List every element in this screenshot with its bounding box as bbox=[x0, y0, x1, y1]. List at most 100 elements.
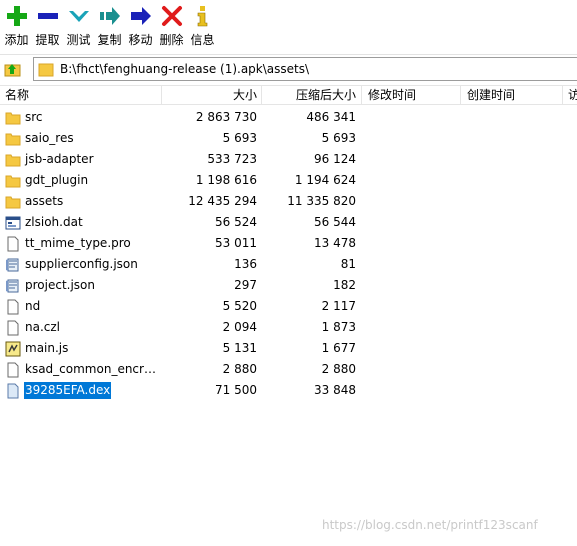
file-list: src 2 863 730 486 341 saio_res 5 693 5 693 jsb… bbox=[0, 107, 577, 401]
folder-icon bbox=[5, 173, 21, 189]
file-row[interactable]: jsb-adapter 533 723 96 124 bbox=[0, 149, 577, 170]
column-divider[interactable] bbox=[361, 86, 362, 104]
test-label: 测试 bbox=[66, 33, 91, 47]
file-row[interactable]: nd 5 520 2 117 bbox=[0, 296, 577, 317]
file-name-cell: assets bbox=[5, 191, 157, 212]
file-name: gdt_plugin bbox=[25, 173, 89, 187]
file-name-cell: gdt_plugin bbox=[5, 170, 157, 191]
file-packed-size: 1 194 624 bbox=[294, 173, 356, 187]
address-bar[interactable]: B:\fhct\fenghuang-release (1).apk\assets… bbox=[33, 57, 577, 81]
file-row[interactable]: main.js 5 131 1 677 bbox=[0, 338, 577, 359]
delete-x-icon bbox=[160, 4, 184, 28]
file-size: 533 723 bbox=[207, 152, 257, 166]
info-label: 信息 bbox=[190, 33, 215, 47]
file-packed-size: 13 478 bbox=[314, 236, 356, 250]
move-button[interactable]: 移动 bbox=[125, 0, 156, 52]
column-size-header[interactable]: 大小 bbox=[162, 86, 257, 104]
folder-icon bbox=[5, 152, 21, 168]
copy-arrow-icon bbox=[98, 4, 122, 28]
file-size: 56 524 bbox=[215, 215, 257, 229]
file-name: tt_mime_type.pro bbox=[25, 236, 131, 250]
file-row[interactable]: src 2 863 730 486 341 bbox=[0, 107, 577, 128]
column-created-header[interactable]: 创建时间 bbox=[467, 86, 557, 104]
file-name: src bbox=[25, 110, 43, 124]
file-name-cell: supplierconfig.json bbox=[5, 254, 157, 275]
file-packed-size: 1 873 bbox=[321, 320, 356, 334]
dex-file-icon bbox=[5, 383, 21, 399]
file-packed-size: 11 335 820 bbox=[287, 194, 356, 208]
file-icon bbox=[5, 299, 21, 315]
column-modified-header[interactable]: 修改时间 bbox=[368, 86, 458, 104]
file-packed-size: 182 bbox=[333, 278, 356, 292]
file-row[interactable]: supplierconfig.json 136 81 bbox=[0, 254, 577, 275]
column-more-header[interactable]: 访 bbox=[568, 86, 577, 104]
list-header: 名称 大小 压缩后大小 修改时间 创建时间 访 bbox=[0, 85, 577, 105]
plus-icon bbox=[5, 4, 29, 28]
file-size: 5 520 bbox=[222, 299, 257, 313]
file-size: 2 880 bbox=[222, 362, 257, 376]
file-size: 5 693 bbox=[222, 131, 257, 145]
file-name: zlsioh.dat bbox=[25, 215, 83, 229]
file-row[interactable]: assets 12 435 294 11 335 820 bbox=[0, 191, 577, 212]
copy-label: 复制 bbox=[97, 33, 122, 47]
move-arrow-icon bbox=[129, 4, 153, 28]
column-packed-header[interactable]: 压缩后大小 bbox=[262, 86, 356, 104]
column-name-header[interactable]: 名称 bbox=[5, 86, 155, 104]
file-size: 136 bbox=[234, 257, 257, 271]
file-size: 5 131 bbox=[222, 341, 257, 355]
file-name-cell: tt_mime_type.pro bbox=[5, 233, 157, 254]
up-folder-button[interactable] bbox=[2, 58, 24, 80]
file-icon bbox=[5, 236, 21, 252]
file-size: 2 094 bbox=[222, 320, 257, 334]
file-row[interactable]: saio_res 5 693 5 693 bbox=[0, 128, 577, 149]
file-packed-size: 56 544 bbox=[314, 215, 356, 229]
file-name: ksad_common_encry... bbox=[25, 362, 157, 376]
test-button[interactable]: 测试 bbox=[63, 0, 94, 52]
file-packed-size: 2 117 bbox=[321, 299, 356, 313]
file-row[interactable]: zlsioh.dat 56 524 56 544 bbox=[0, 212, 577, 233]
extract-label: 提取 bbox=[35, 33, 60, 47]
column-divider[interactable] bbox=[460, 86, 461, 104]
file-name: jsb-adapter bbox=[25, 152, 94, 166]
address-path: B:\fhct\fenghuang-release (1).apk\assets… bbox=[60, 62, 310, 76]
file-row[interactable]: ksad_common_encry... 2 880 2 880 bbox=[0, 359, 577, 380]
add-button[interactable]: 添加 bbox=[1, 0, 32, 52]
copy-button[interactable]: 复制 bbox=[94, 0, 125, 52]
file-row[interactable]: 39285EFA.dex 71 500 33 848 bbox=[0, 380, 577, 401]
minus-icon bbox=[36, 4, 60, 28]
info-button[interactable]: 信息 bbox=[187, 0, 218, 52]
file-size: 2 863 730 bbox=[195, 110, 257, 124]
file-name-cell: main.js bbox=[5, 338, 157, 359]
add-label: 添加 bbox=[4, 33, 29, 47]
watermark: https://blog.csdn.net/printf123scanf bbox=[322, 518, 538, 532]
file-name-cell: jsb-adapter bbox=[5, 149, 157, 170]
file-name-cell: src bbox=[5, 107, 157, 128]
file-row[interactable]: na.czl 2 094 1 873 bbox=[0, 317, 577, 338]
file-row[interactable]: gdt_plugin 1 198 616 1 194 624 bbox=[0, 170, 577, 191]
file-name: na.czl bbox=[25, 320, 61, 334]
file-name: 39285EFA.dex bbox=[24, 382, 112, 399]
file-name-cell: project.json bbox=[5, 275, 157, 296]
folder-icon bbox=[5, 194, 21, 210]
file-size: 53 011 bbox=[215, 236, 257, 250]
file-row[interactable]: project.json 297 182 bbox=[0, 275, 577, 296]
file-name: main.js bbox=[25, 341, 69, 355]
info-icon bbox=[191, 4, 215, 28]
extract-button[interactable]: 提取 bbox=[32, 0, 63, 52]
file-packed-size: 96 124 bbox=[314, 152, 356, 166]
folder-icon bbox=[38, 63, 54, 77]
toolbar: 添加 提取 测试 复制 移动 删除 信息 bbox=[0, 0, 577, 54]
delete-button[interactable]: 删除 bbox=[156, 0, 187, 52]
file-size: 297 bbox=[234, 278, 257, 292]
column-divider[interactable] bbox=[562, 86, 563, 104]
file-name-cell: 39285EFA.dex bbox=[5, 380, 157, 401]
file-packed-size: 81 bbox=[340, 257, 356, 271]
file-row[interactable]: tt_mime_type.pro 53 011 13 478 bbox=[0, 233, 577, 254]
script-file-icon bbox=[5, 341, 21, 357]
file-icon bbox=[5, 362, 21, 378]
file-packed-size: 2 880 bbox=[321, 362, 356, 376]
folder-icon bbox=[5, 110, 21, 126]
up-arrow-icon bbox=[4, 64, 21, 77]
toolbar-divider bbox=[0, 54, 577, 55]
file-name: assets bbox=[25, 194, 64, 208]
